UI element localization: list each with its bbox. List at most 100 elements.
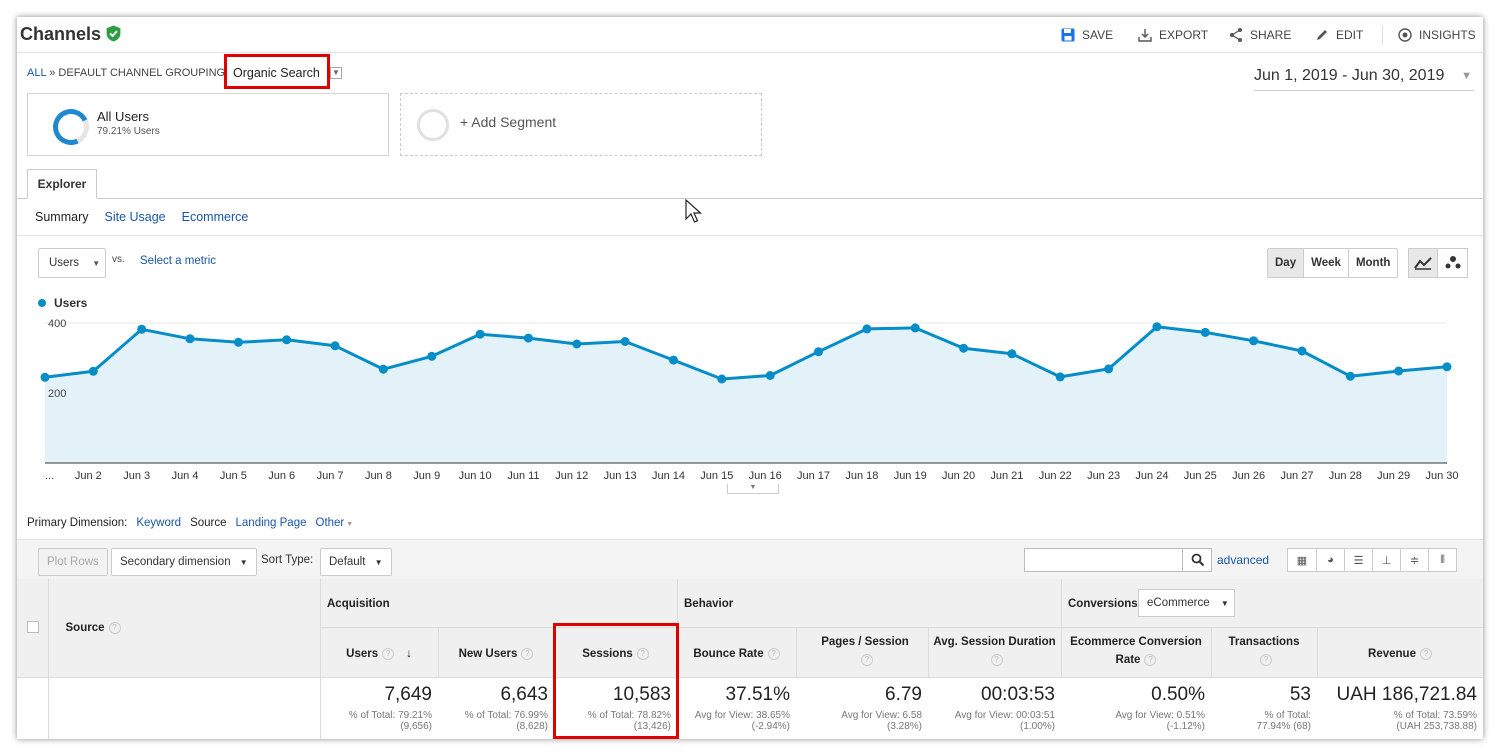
data-point-users[interactable] xyxy=(1297,346,1307,356)
save-button[interactable]: SAVE xyxy=(1060,27,1113,43)
data-point-users[interactable] xyxy=(378,364,388,374)
data-point-users[interactable] xyxy=(185,334,195,344)
select-metric-link[interactable]: Select a metric xyxy=(140,255,216,267)
dimension-keyword[interactable]: Keyword xyxy=(136,517,181,529)
breadcrumb-dropdown-icon[interactable]: ▼ xyxy=(330,67,342,79)
series-area-users xyxy=(45,326,1447,463)
sort-desc-icon: ↓ xyxy=(406,648,412,660)
subtab-ecommerce[interactable]: Ecommerce xyxy=(182,210,249,224)
x-tick-label: Jun 15 xyxy=(700,470,733,482)
data-point-users[interactable] xyxy=(910,323,920,333)
x-tick-label: Jun 7 xyxy=(317,470,344,482)
data-point-users[interactable] xyxy=(1394,366,1404,376)
total-value: 53 xyxy=(1289,684,1311,705)
data-point-users[interactable] xyxy=(620,337,630,346)
data-point-users[interactable] xyxy=(765,371,775,380)
data-point-users[interactable] xyxy=(475,329,485,339)
data-point-users[interactable] xyxy=(1442,362,1452,372)
subtab-summary[interactable]: Summary xyxy=(35,210,88,224)
insights-button[interactable]: INSIGHTS xyxy=(1397,27,1476,43)
data-point-users[interactable] xyxy=(1055,372,1065,382)
caret-down-icon: ▼ xyxy=(374,558,383,567)
select-all-checkbox[interactable] xyxy=(27,621,39,633)
explorer-subtabs: Summary Site Usage Ecommerce xyxy=(35,210,248,224)
bounce-rate-column-header[interactable]: Bounce Rate? xyxy=(677,645,796,663)
export-button[interactable]: EXPORT xyxy=(1137,27,1208,43)
conversions-type-dropdown[interactable]: eCommerce ▼ xyxy=(1138,589,1235,617)
add-segment-label[interactable]: + Add Segment xyxy=(460,114,556,130)
total-reference-label: (-1.12%) xyxy=(1166,721,1205,732)
caret-down-icon: ▼ xyxy=(92,259,101,268)
dimension-other[interactable]: Other ▼ xyxy=(316,517,354,529)
metric-selector[interactable]: Users ▼ xyxy=(38,248,106,278)
data-point-users[interactable] xyxy=(282,335,292,345)
line-chart-button[interactable] xyxy=(1409,249,1439,277)
pie-view-icon[interactable]: ◕ xyxy=(1316,549,1344,571)
term-cloud-view-icon[interactable]: ≑ xyxy=(1400,549,1428,571)
pages-session-column-header[interactable]: Pages / Session? xyxy=(812,633,918,669)
transactions-column-header[interactable]: Transactions? xyxy=(1211,633,1317,669)
table-view-icon[interactable]: ▦ xyxy=(1288,549,1316,571)
dimension-source[interactable]: Source xyxy=(190,517,226,529)
data-point-users[interactable] xyxy=(1345,371,1355,381)
share-button[interactable]: SHARE xyxy=(1228,27,1291,43)
data-point-users[interactable] xyxy=(572,339,582,349)
granularity-week[interactable]: Week xyxy=(1303,249,1348,277)
breadcrumb-grouping[interactable]: DEFAULT CHANNEL GROUPING: xyxy=(58,67,228,79)
search-button[interactable] xyxy=(1182,548,1212,572)
data-point-users[interactable] xyxy=(233,337,243,347)
save-label: SAVE xyxy=(1082,28,1114,42)
add-segment-card[interactable] xyxy=(400,93,762,156)
data-point-users[interactable] xyxy=(1200,327,1210,337)
date-range-picker[interactable]: Jun 1, 2019 - Jun 30, 2019 ▼ xyxy=(1254,67,1474,91)
total-reference-label: (3.28%) xyxy=(886,721,922,732)
users-column-header[interactable]: Users? ↓ xyxy=(320,645,438,663)
segment-percentage: 79.21% Users xyxy=(97,126,160,137)
sort-type-dropdown[interactable]: Default ▼ xyxy=(320,548,392,576)
data-point-users[interactable] xyxy=(40,372,50,382)
behavior-group-header: Behavior xyxy=(684,598,734,610)
data-point-users[interactable] xyxy=(330,341,340,351)
plot-rows-button[interactable]: Plot Rows xyxy=(38,548,108,576)
total-value: 7,649 xyxy=(384,684,432,705)
data-point-users[interactable] xyxy=(1249,336,1259,346)
source-column-header[interactable]: Source? xyxy=(48,619,138,637)
data-point-users[interactable] xyxy=(814,347,823,357)
performance-view-icon[interactable]: ☰ xyxy=(1344,549,1372,571)
total-value: 6,643 xyxy=(500,684,548,705)
sort-type-label: Sort Type: xyxy=(261,554,314,566)
edit-button[interactable]: EDIT xyxy=(1314,27,1363,43)
avg-session-duration-column-header[interactable]: Avg. Session Duration? xyxy=(928,633,1061,669)
data-point-users[interactable] xyxy=(523,333,533,343)
advanced-filter-link[interactable]: advanced xyxy=(1217,553,1269,567)
granularity-month[interactable]: Month xyxy=(1347,249,1397,277)
dimension-landing-page[interactable]: Landing Page xyxy=(236,517,307,529)
new-users-column-header[interactable]: New Users? xyxy=(438,645,554,663)
help-icon: ? xyxy=(521,647,534,660)
granularity-day[interactable]: Day xyxy=(1268,249,1304,277)
data-point-users[interactable] xyxy=(137,324,147,334)
sort-type-value: Default xyxy=(329,556,366,568)
revenue-column-header[interactable]: Revenue? xyxy=(1317,645,1483,663)
data-point-users[interactable] xyxy=(1007,349,1017,359)
breadcrumb-all[interactable]: ALL xyxy=(27,67,46,79)
data-point-users[interactable] xyxy=(669,355,678,365)
tab-explorer[interactable]: Explorer xyxy=(27,169,97,199)
secondary-dimension-dropdown[interactable]: Secondary dimension ▼ xyxy=(111,548,257,576)
data-point-users[interactable] xyxy=(959,343,969,353)
motion-chart-button[interactable] xyxy=(1438,249,1467,277)
pivot-view-icon[interactable]: ⦀ xyxy=(1428,549,1456,571)
chart-collapse-handle[interactable]: ▼ xyxy=(727,484,779,494)
primary-dimension-label: Primary Dimension: xyxy=(27,517,128,529)
data-point-users[interactable] xyxy=(1152,322,1162,332)
verified-shield-icon xyxy=(106,25,121,42)
ecommerce-conversion-rate-column-header[interactable]: Ecommerce Conversion Rate? xyxy=(1067,633,1205,669)
subtab-site-usage[interactable]: Site Usage xyxy=(104,210,165,224)
comparison-view-icon[interactable]: ⊥ xyxy=(1372,549,1400,571)
data-point-users[interactable] xyxy=(862,324,872,334)
data-point-users[interactable] xyxy=(88,366,98,376)
data-point-users[interactable] xyxy=(427,351,437,361)
data-point-users[interactable] xyxy=(1104,364,1114,374)
data-point-users[interactable] xyxy=(717,374,727,384)
share-label: SHARE xyxy=(1250,28,1292,42)
